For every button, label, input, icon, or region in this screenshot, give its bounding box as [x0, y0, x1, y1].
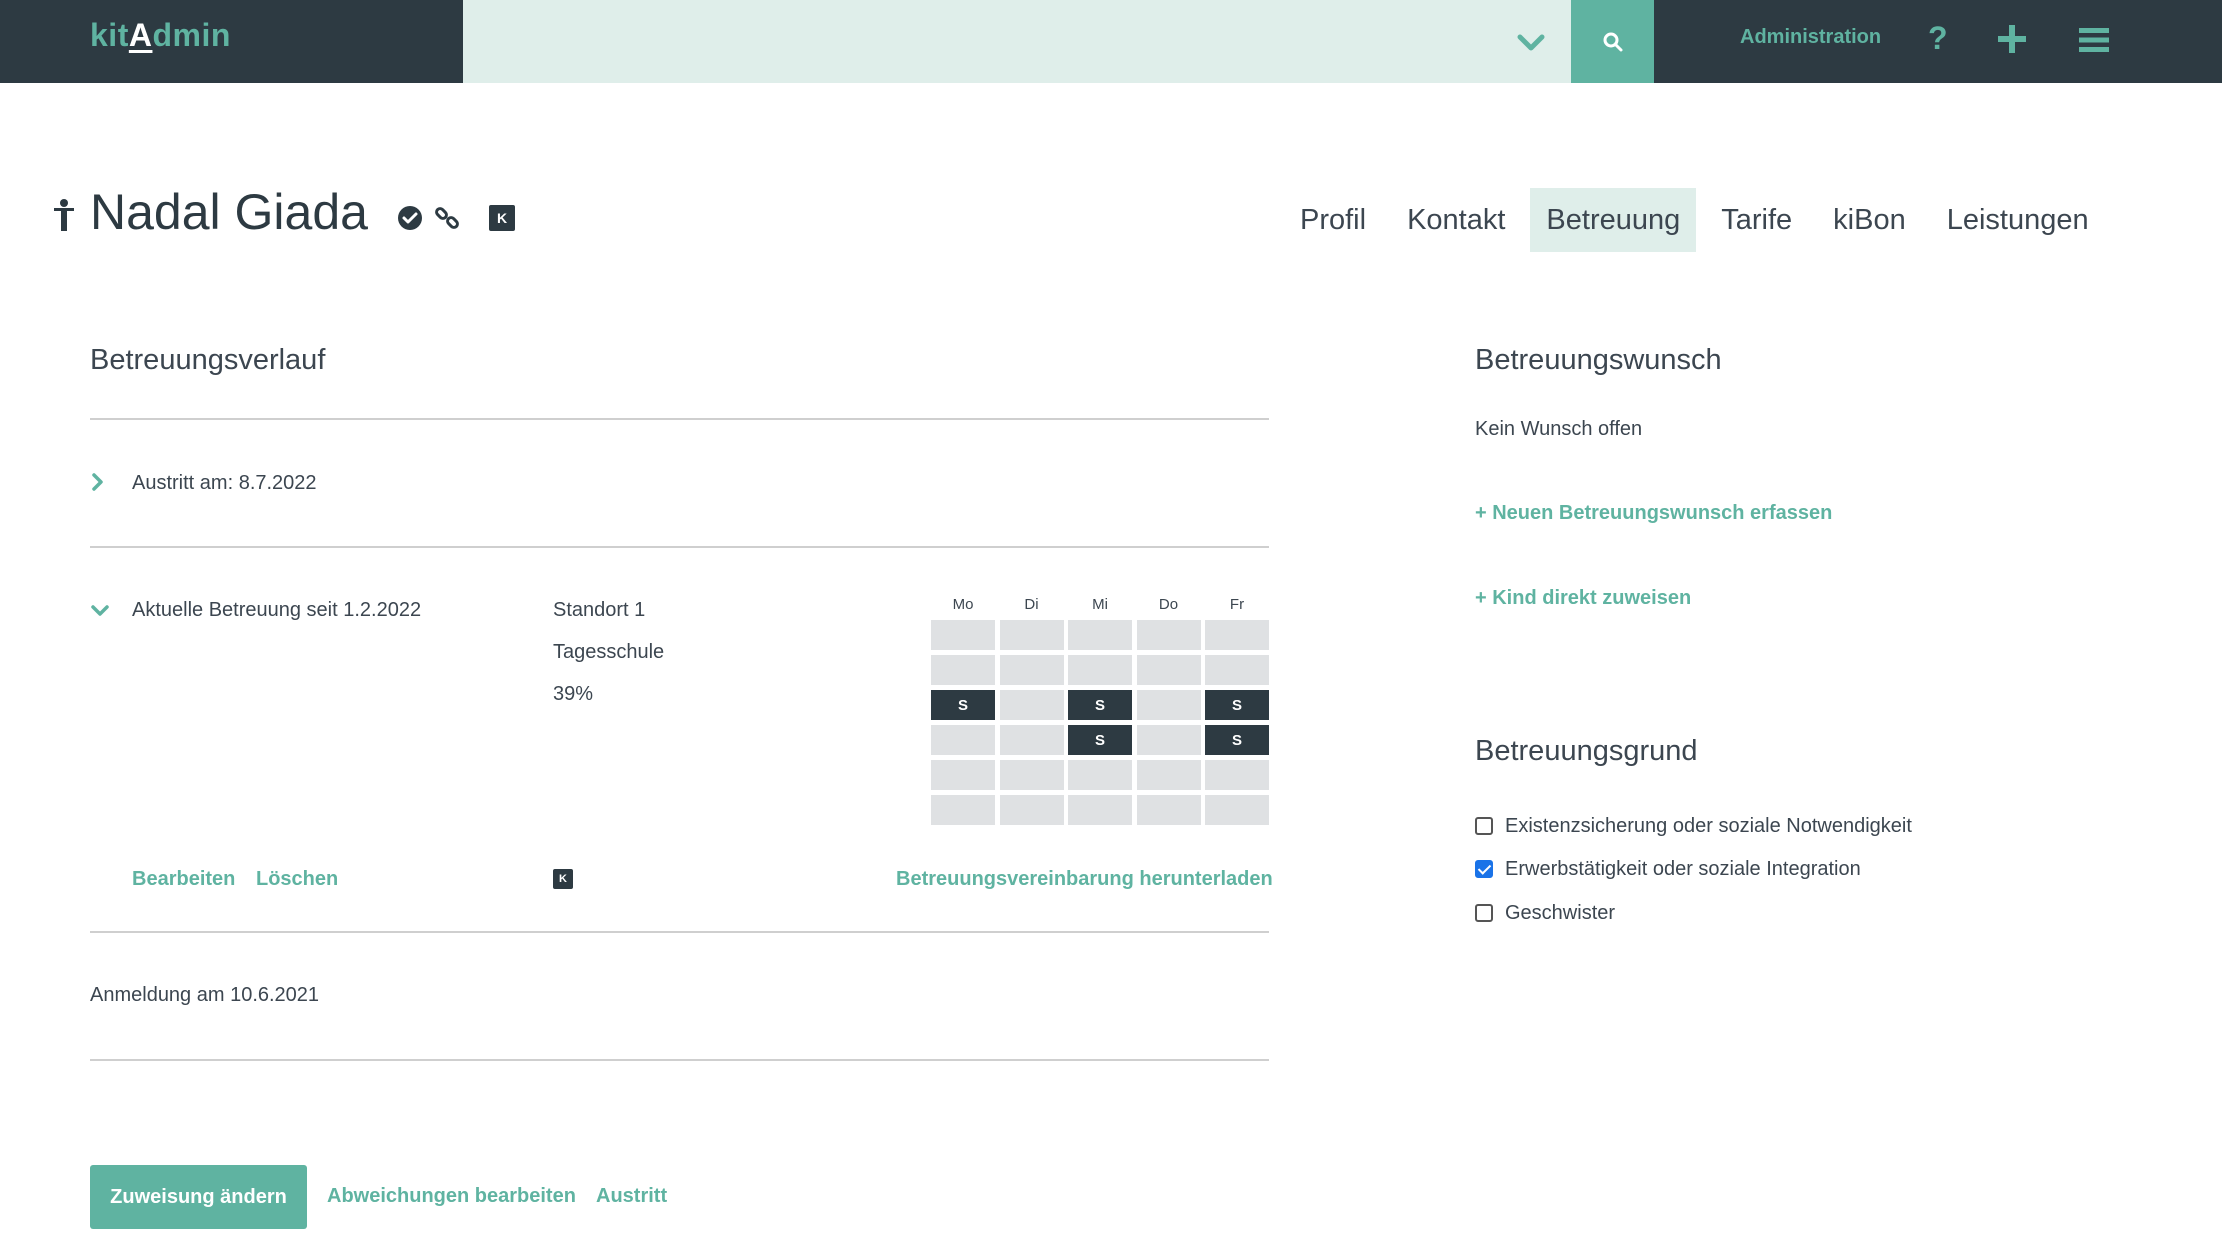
delete-link[interactable]: Löschen: [256, 868, 338, 891]
link-icon[interactable]: [434, 205, 460, 231]
divider: [90, 931, 1269, 933]
verlauf-title: Betreuungsverlauf: [90, 344, 326, 376]
divider: [90, 546, 1269, 548]
grund-title: Betreuungsgrund: [1475, 735, 1698, 767]
schedule-cell: [1068, 795, 1132, 825]
schedule-cell: [931, 725, 995, 755]
anmeldung-entry: Anmeldung am 10.6.2021: [90, 984, 320, 1006]
tab-betreuung[interactable]: Betreuung: [1530, 188, 1697, 252]
menu-icon[interactable]: [2079, 26, 2109, 54]
tab-tarife[interactable]: Tarife: [1705, 188, 1808, 252]
pensum-value: 39%: [553, 683, 594, 705]
wunsch-title: Betreuungswunsch: [1475, 344, 1722, 376]
schedule-cell: [1136, 760, 1201, 790]
search-button[interactable]: [1571, 0, 1654, 83]
tab-kibon[interactable]: kiBon: [1817, 188, 1922, 252]
angebot-value: Tagesschule: [553, 641, 665, 663]
app-logo[interactable]: kitAdmin: [90, 17, 231, 54]
schedule-cell: [999, 795, 1064, 825]
grund-label-existenz: Existenzsicherung oder soziale Notwendig…: [1505, 815, 1912, 837]
schedule-cell: [1136, 725, 1201, 755]
tab-profil[interactable]: Profil: [1284, 188, 1382, 252]
schedule-cell: [1205, 760, 1269, 790]
austritt-entry[interactable]: Austritt am: 8.7.2022: [132, 472, 317, 495]
grund-checkbox-erwerb[interactable]: [1475, 860, 1493, 878]
schedule-cell: [1136, 690, 1201, 720]
kibon-icon[interactable]: K: [553, 869, 573, 889]
assign-directly-link[interactable]: + Kind direkt zuweisen: [1475, 587, 1691, 610]
top-navigation-bar: kitAdmin Administration ?: [0, 0, 2222, 83]
divider: [90, 418, 1269, 420]
tab-leistungen[interactable]: Leistungen: [1931, 188, 2105, 252]
schedule-cell: [1205, 655, 1269, 685]
change-assignment-button[interactable]: Zuweisung ändern: [90, 1165, 307, 1229]
schedule-cell: [999, 725, 1064, 755]
schedule-day-mi: Mi: [1092, 596, 1108, 613]
plus-icon[interactable]: [1997, 22, 2027, 56]
chevron-down-icon[interactable]: [1514, 26, 1548, 60]
schedule-cell: [999, 690, 1064, 720]
schedule-cell: [931, 795, 995, 825]
schedule-cell: [1136, 655, 1201, 685]
schedule-cell: [1068, 655, 1132, 685]
child-name-title: Nadal Giada: [90, 184, 368, 240]
no-wish-text: Kein Wunsch offen: [1475, 418, 1643, 440]
grund-checkbox-existenz[interactable]: [1475, 817, 1493, 835]
chevron-right-icon[interactable]: [88, 472, 108, 492]
chevron-down-icon[interactable]: [90, 601, 110, 621]
standort-value: Standort 1: [553, 599, 646, 621]
help-icon[interactable]: ?: [1928, 20, 1948, 57]
schedule-cell: [931, 655, 995, 685]
schedule-cell: [999, 760, 1064, 790]
kibon-icon[interactable]: K: [489, 205, 515, 231]
child-icon: [54, 199, 74, 231]
schedule-cell: [931, 760, 995, 790]
aktuelle-betreuung-label[interactable]: Aktuelle Betreuung seit 1.2.2022: [132, 599, 421, 622]
edit-deviations-link[interactable]: Abweichungen bearbeiten: [327, 1185, 576, 1208]
schedule-cell: [1136, 620, 1201, 650]
schedule-day-mo: Mo: [952, 596, 974, 613]
schedule-grid: Mo Di Mi Do Fr S S S S S: [931, 596, 1269, 826]
schedule-day-do: Do: [1158, 596, 1179, 613]
schedule-day-di: Di: [1024, 596, 1039, 613]
schedule-cell: [1068, 760, 1132, 790]
schedule-cell: S: [1068, 690, 1132, 720]
schedule-cell: [999, 655, 1064, 685]
schedule-cell: [999, 620, 1064, 650]
schedule-cell: [1205, 795, 1269, 825]
nav-administration-link[interactable]: Administration: [1740, 26, 1881, 49]
profile-tabs: Profil Kontakt Betreuung Tarife kiBon Le…: [1284, 188, 2114, 252]
search-icon: [1603, 32, 1622, 51]
grund-label-geschwister: Geschwister: [1505, 902, 1616, 924]
schedule-cell: S: [1205, 690, 1269, 720]
new-wish-link[interactable]: + Neuen Betreuungswunsch erfassen: [1475, 502, 1832, 525]
search-input[interactable]: [463, 0, 1571, 83]
schedule-cell: [931, 620, 995, 650]
verified-icon: [398, 206, 422, 230]
austritt-link[interactable]: Austritt: [596, 1185, 667, 1208]
grund-label-erwerb: Erwerbstätigkeit oder soziale Integratio…: [1505, 858, 1861, 880]
schedule-cell: [1068, 620, 1132, 650]
edit-link[interactable]: Bearbeiten: [132, 868, 235, 891]
schedule-cell: S: [931, 690, 995, 720]
schedule-cell: S: [1205, 725, 1269, 755]
tab-kontakt[interactable]: Kontakt: [1391, 188, 1521, 252]
divider: [90, 1059, 1269, 1061]
schedule-cell: [1136, 795, 1201, 825]
schedule-cell: [1205, 620, 1269, 650]
download-agreement-link[interactable]: Betreuungsvereinbarung herunterladen: [896, 868, 1273, 891]
grund-checkbox-geschwister[interactable]: [1475, 904, 1493, 922]
schedule-day-fr: Fr: [1229, 596, 1245, 613]
schedule-cell: S: [1068, 725, 1132, 755]
